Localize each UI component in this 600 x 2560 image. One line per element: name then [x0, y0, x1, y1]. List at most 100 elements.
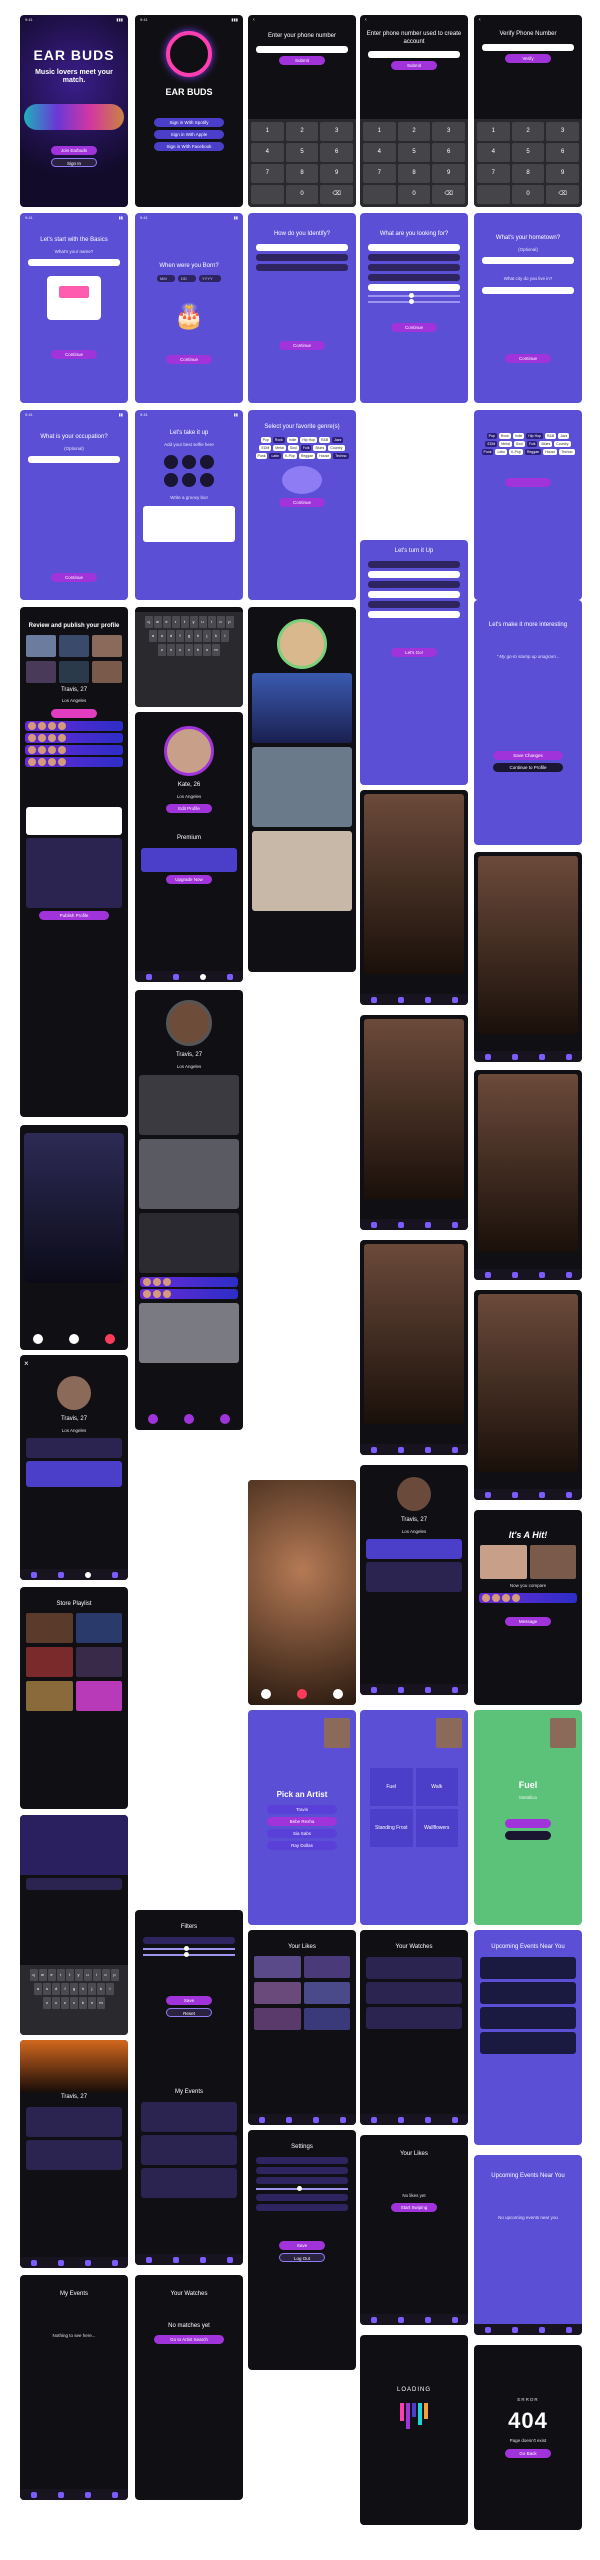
artist-chip[interactable]: Metal: [499, 441, 512, 447]
pick-profile-screen: × Travis, 27 Los Angeles: [20, 1355, 128, 1580]
loading-screen: LOADING: [360, 2335, 468, 2525]
upcoming-events-empty-screen: Upcoming Events Near You No upcoming eve…: [474, 2155, 582, 2335]
swipe-card-a: [474, 852, 582, 1062]
artist-chip[interactable]: R&B: [545, 433, 557, 439]
genre-chip[interactable]: Soul: [287, 444, 299, 451]
photo-grid: [20, 633, 128, 659]
match-profile-screen: Travis, 27 Los Angeles: [135, 990, 243, 1430]
waveform-graphic: [24, 104, 124, 130]
genre-chip[interactable]: Reggae: [298, 452, 316, 459]
continue-button[interactable]: Continue: [51, 573, 97, 583]
edit-button[interactable]: [51, 708, 97, 718]
genre-chip[interactable]: Indie: [286, 436, 299, 443]
artists-chips-screen: Pop Rock Indie Hip Hop R&B Jazz EDM Metal Soul Fo…: [474, 410, 582, 600]
review-title: Review and publish your profile: [28, 623, 120, 629]
fuel-song-screen: Fuel Metallica: [474, 1710, 582, 1925]
artist-chip[interactable]: Blues: [539, 441, 553, 447]
artist-row: [25, 720, 123, 731]
occupation-input[interactable]: [28, 456, 120, 464]
phone-input[interactable]: [256, 45, 348, 53]
age-slider[interactable]: [143, 1945, 235, 1951]
photo-slots[interactable]: [135, 455, 243, 488]
genre-chip[interactable]: Country: [328, 444, 345, 451]
swipe-card-3: [360, 1240, 468, 1455]
your-watches-empty-screen: Your Watches No matches yet Go to Artist…: [135, 2275, 243, 2500]
artist-chip[interactable]: K-Pop: [509, 449, 523, 455]
verify-phone-screen: ‹ Verify Phone Number Verify 123 456 789…: [474, 15, 582, 207]
identify-screen: How do you Identify? Continue: [248, 213, 356, 403]
people-illustration: [282, 465, 322, 494]
artist-chip[interactable]: Rock: [498, 433, 511, 439]
artist-chip[interactable]: Soul: [513, 441, 525, 447]
dob-fields: MM DD YYYY: [135, 273, 243, 284]
genre-chip[interactable]: Techno: [333, 452, 349, 459]
tagline: Music lovers meet your match.: [35, 68, 113, 85]
basics-title: Let's start with the Basics: [40, 237, 108, 243]
name-label: What's your name?: [54, 248, 94, 254]
swipe-card-1: [360, 790, 468, 1005]
genre-chip[interactable]: Metal: [273, 444, 286, 451]
bottom-nav: [20, 1569, 128, 1580]
dob-screen: 9:41 ▮▮ When were you Born? MM DD YYYY 🎂 …: [135, 213, 243, 403]
match-detail-screen: Travis, 27 Los Angeles: [360, 1465, 468, 1695]
profile-photo: [24, 1133, 124, 1283]
prefs-screen: Let's turn it Up Let's Go!: [360, 540, 468, 785]
genre-chip[interactable]: EDM: [259, 444, 272, 451]
genre-chip[interactable]: Punk: [255, 452, 268, 459]
likes-screen: Your Likes: [248, 1930, 356, 2125]
facebook-signin-button[interactable]: Sign in With Facebook: [154, 142, 224, 152]
phone-entry-screen: ‹ Enter your phone number Submit 123 456…: [248, 15, 356, 207]
artist-chip[interactable]: Pop: [486, 433, 497, 439]
hello-illustration: [47, 276, 101, 321]
basics-screen: 9:41 ▮▮ Let's start with the Basics What'…: [20, 213, 128, 403]
profile-name: Travis, 27: [60, 686, 88, 693]
publish-button[interactable]: Publish Profile: [39, 910, 109, 920]
spotify-signin-button[interactable]: Sign in With Spotify: [154, 118, 224, 128]
genre-chip[interactable]: Pop: [260, 436, 271, 443]
apple-signin-button[interactable]: Sign in With Apple: [154, 130, 224, 140]
artist-chip[interactable]: Punk: [481, 449, 494, 455]
artist-chip[interactable]: Hip Hop: [526, 433, 544, 439]
song-grid-screen: Fuel Walk Standing Frost Wallflowers: [360, 1710, 468, 1925]
its-a-hit-screen: It's A Hit! Now you compare Message: [474, 1510, 582, 1705]
occupation-title: What is your occupation?: [40, 434, 108, 440]
upcoming-events-screen: Upcoming Events Near You: [474, 1930, 582, 2145]
profile-location: Los Angeles: [61, 698, 87, 703]
join-button[interactable]: Join Earbuds: [51, 146, 97, 155]
genre-chip[interactable]: R&B: [319, 436, 331, 443]
profile-swipe-screen: [20, 1125, 128, 1350]
cake-icon: 🎂: [174, 302, 204, 330]
avatar: [57, 1376, 91, 1410]
genre-chip[interactable]: Folk: [300, 444, 312, 451]
genre-chip[interactable]: K-Pop: [283, 452, 297, 459]
genre-chip[interactable]: Jazz: [332, 436, 344, 443]
genre-chip[interactable]: Latin: [269, 452, 282, 459]
status-bar: 9:41 ▮▮▮: [25, 17, 123, 22]
distance-slider[interactable]: [143, 1951, 235, 1957]
artist-chip[interactable]: Jazz: [558, 433, 570, 439]
artist-chip[interactable]: Latin: [495, 449, 508, 455]
call-controls: [20, 1334, 128, 1344]
genre-chips: Pop Rock Indie Hip Hop R&B Jazz EDM Metal Soul Fo…: [248, 434, 356, 462]
artist-chip[interactable]: Reggae: [524, 449, 542, 455]
equalizer-graphic: [360, 2402, 468, 2429]
name-input[interactable]: [28, 259, 120, 267]
sign-in-button[interactable]: Sign In: [51, 158, 97, 167]
artist-chip[interactable]: EDM: [485, 441, 498, 447]
pick-artist-screen: Pick an Artist Travis Bebe Rexha Sia Sab…: [248, 1710, 356, 1925]
artist-chip[interactable]: Indie: [512, 433, 525, 439]
artist-chip[interactable]: Techno: [559, 449, 575, 455]
artist-chip[interactable]: Folk: [526, 441, 538, 447]
continue-button[interactable]: Continue: [51, 350, 97, 360]
artist-chip[interactable]: Country: [554, 441, 571, 447]
genre-chip[interactable]: Rock: [272, 436, 285, 443]
genre-chip[interactable]: Hip Hop: [300, 436, 318, 443]
events-empty-screen: My Events Nothing to see here...: [20, 2275, 128, 2500]
bio-textarea[interactable]: [143, 505, 235, 542]
genre-chip[interactable]: Blues: [313, 444, 327, 451]
tags-card: [26, 837, 122, 908]
artist-chip[interactable]: House: [543, 449, 558, 455]
close-icon[interactable]: ×: [20, 1355, 128, 1372]
hometown-screen: What's your hometown? (Optional) What ci…: [474, 213, 582, 403]
genre-chip[interactable]: House: [317, 452, 332, 459]
